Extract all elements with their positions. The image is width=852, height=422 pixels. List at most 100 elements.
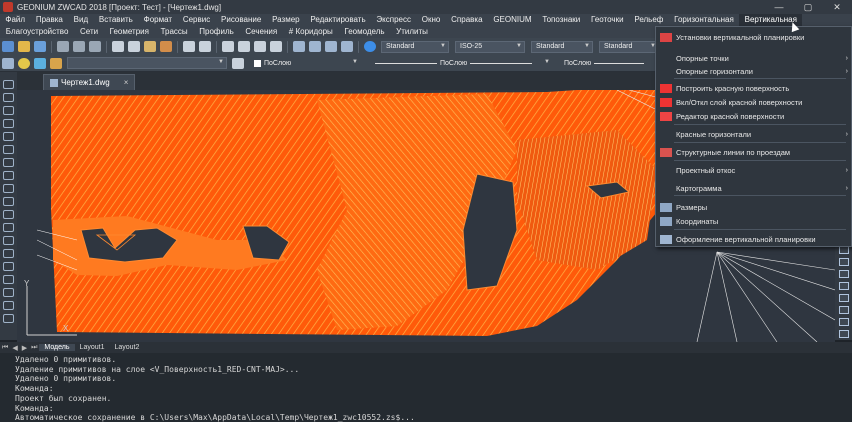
menu-item-5[interactable]: Сервис [177, 14, 215, 26]
menu-item-1[interactable]: Правка [30, 14, 68, 26]
vertical-menu-item-1[interactable]: Опорные точки › [656, 52, 852, 65]
vertical-menu-item-11[interactable]: Координаты [656, 215, 852, 228]
ellipse-arc-icon[interactable] [3, 197, 14, 206]
view-icon[interactable] [838, 246, 849, 254]
menu-item-4[interactable]: Формат [138, 14, 177, 26]
vertical-menu-item-0[interactable]: Установки вертикальной планировки [656, 31, 852, 44]
zoom-realtime-icon[interactable] [238, 41, 250, 52]
print-preview-icon[interactable] [73, 41, 85, 52]
hatch-icon[interactable] [3, 249, 14, 258]
vertical-menu-item-3[interactable]: Построить красную поверхность [656, 82, 852, 95]
make-block-icon[interactable] [3, 223, 14, 232]
pan-icon[interactable] [222, 41, 234, 52]
make-current-layer-icon[interactable] [232, 57, 244, 69]
linetype-select[interactable]: ПоСлою ▼ [367, 57, 553, 69]
help-icon[interactable] [364, 41, 376, 52]
table-icon[interactable] [3, 288, 14, 297]
secondary-menu-item-5[interactable]: Сечения [240, 26, 283, 38]
menu-item-11[interactable]: Справка [446, 14, 488, 26]
vertical-menu-item-10[interactable]: Размеры [656, 201, 852, 214]
maximize-button[interactable]: ▢ [795, 0, 821, 14]
secondary-menu-item-8[interactable]: Утилиты [390, 26, 433, 38]
add-selected-icon[interactable] [3, 314, 14, 323]
insert-block-icon[interactable] [3, 210, 14, 219]
menu-item-12[interactable]: GEONIUM [488, 14, 537, 26]
menu-item-13[interactable]: Топознаки [537, 14, 586, 26]
menu-item-2[interactable]: Вид [68, 14, 93, 26]
cut-icon[interactable] [112, 41, 124, 52]
layout-nav-button-0[interactable]: ⏮ [0, 344, 10, 352]
render-icon[interactable] [838, 282, 849, 290]
layout-nav-button-3[interactable]: ⏭ [29, 344, 39, 352]
undo-icon[interactable] [183, 41, 195, 52]
zoom-previous-icon[interactable] [270, 41, 282, 52]
properties-icon[interactable] [293, 41, 305, 52]
layout-nav-button-1[interactable]: ◀ [10, 344, 19, 352]
vertical-menu-item-7[interactable]: Структурные линии по проездам [656, 146, 852, 159]
calculator-icon[interactable] [341, 41, 353, 52]
gradient-icon[interactable] [3, 262, 14, 271]
layout-nav-button-2[interactable]: ▶ [20, 344, 29, 352]
menu-item-15[interactable]: Рельеф [629, 14, 669, 26]
polygon-icon[interactable] [3, 106, 14, 115]
orbit-icon[interactable] [838, 258, 849, 266]
polyline-icon[interactable] [3, 93, 14, 102]
secondary-menu-item-6[interactable]: # Коридоры [283, 26, 339, 38]
menu-item-8[interactable]: Редактировать [305, 14, 371, 26]
secondary-menu-item-4[interactable]: Профиль [193, 26, 239, 38]
arc-icon[interactable] [3, 132, 14, 141]
multileader-style-select[interactable]: Standard ▼ [599, 40, 659, 53]
rectangle-icon[interactable] [3, 119, 14, 128]
vertical-menu-item-2[interactable]: Опорные горизонтали › [656, 65, 852, 78]
zoom-window-icon[interactable] [254, 41, 266, 52]
section-icon[interactable] [838, 330, 849, 338]
layout-tab-0[interactable]: Модель [39, 344, 75, 351]
region-icon[interactable] [3, 275, 14, 284]
menu-item-3[interactable]: Вставить [94, 14, 139, 26]
design-center-icon[interactable] [309, 41, 321, 52]
point-icon[interactable] [3, 236, 14, 245]
print-icon[interactable] [57, 41, 69, 52]
close-tab-icon[interactable]: × [124, 78, 129, 87]
vertical-menu-item-6[interactable]: Красные горизонтали › [656, 128, 852, 141]
spline-icon[interactable] [3, 171, 14, 180]
vertical-menu-item-4[interactable]: Вкл/Откл слой красной поверхности [656, 96, 852, 109]
document-tab[interactable]: Чертеж1.dwg × [43, 74, 136, 90]
ellipse-icon[interactable] [3, 184, 14, 193]
secondary-menu-item-2[interactable]: Геометрия [104, 26, 155, 38]
menu-item-0[interactable]: Файл [0, 14, 30, 26]
vertical-menu-item-5[interactable]: Редактор красной поверхности [656, 110, 852, 123]
light-icon[interactable] [838, 306, 849, 314]
lineweight-select[interactable]: ПоСлою [559, 57, 649, 69]
layout-tab-1[interactable]: Layout1 [75, 344, 110, 351]
layout-tab-2[interactable]: Layout2 [109, 344, 144, 351]
material-icon[interactable] [838, 294, 849, 302]
secondary-menu-item-3[interactable]: Трассы [155, 26, 194, 38]
secondary-menu-item-0[interactable]: Благоустройство [0, 26, 74, 38]
layer-lock-icon[interactable] [50, 57, 62, 69]
line-icon[interactable] [3, 80, 14, 89]
dim-style-select[interactable]: ISO-25 ▼ [455, 40, 525, 53]
new-file-icon[interactable] [2, 41, 14, 52]
tool-palettes-icon[interactable] [325, 41, 337, 52]
minimize-button[interactable]: — [766, 0, 792, 14]
secondary-menu-item-7[interactable]: Геомодель [339, 26, 391, 38]
redo-icon[interactable] [199, 41, 211, 52]
text-style-select[interactable]: Standard ▼ [381, 40, 449, 53]
open-folder-icon[interactable] [18, 41, 30, 52]
close-window-button[interactable]: ✕ [824, 0, 850, 14]
vertical-menu-item-9[interactable]: Картограмма › [656, 182, 852, 195]
plot-icon[interactable] [89, 41, 101, 52]
layer-on-bulb-icon[interactable] [18, 57, 30, 69]
menu-item-16[interactable]: Горизонтальная [669, 14, 739, 26]
multiline-text-icon[interactable] [3, 301, 14, 310]
vertical-menu-item-8[interactable]: Проектный откос › [656, 164, 852, 177]
walk-icon[interactable] [838, 270, 849, 278]
menu-item-14[interactable]: Геоточки [586, 14, 629, 26]
table-style-select[interactable]: Standard ▼ [531, 40, 593, 53]
circle-icon[interactable] [3, 145, 14, 154]
copy-icon[interactable] [128, 41, 140, 52]
menu-item-10[interactable]: Окно [416, 14, 445, 26]
layer-freeze-icon[interactable] [34, 57, 46, 69]
save-icon[interactable] [34, 41, 46, 52]
